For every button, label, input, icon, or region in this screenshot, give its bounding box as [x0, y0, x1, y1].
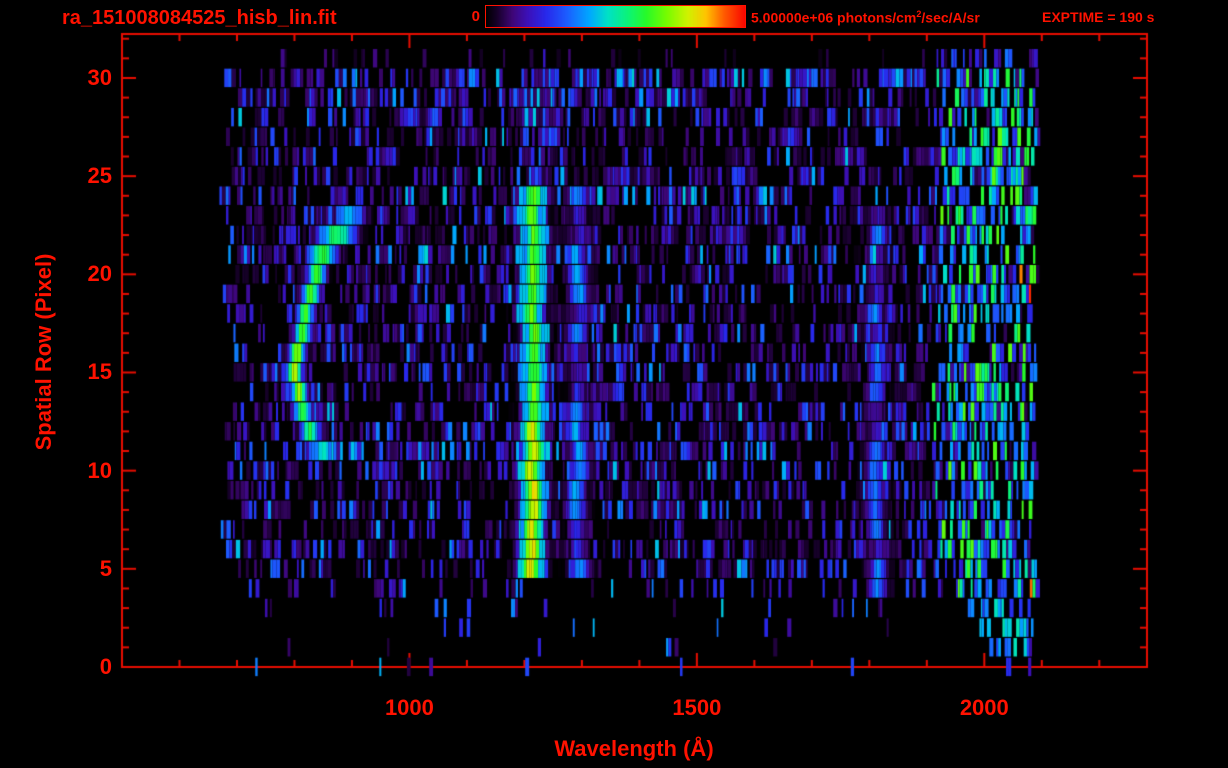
- y-tick-label-5: 5: [99, 555, 112, 581]
- file-title: ra_151008084525_hisb_lin.fit: [62, 7, 337, 29]
- spectral-viewer-window: { "header": { "title": "ra_151008084525_…: [0, 0, 1228, 768]
- y-tick-label-20: 20: [87, 261, 112, 287]
- y-tick-label-25: 25: [87, 163, 112, 189]
- colorbar-units-prefix: photons/cm: [833, 9, 917, 26]
- colorbar-units-suffix: /sec/A/sr: [921, 9, 980, 26]
- x-axis-title: Wavelength (Å): [554, 736, 714, 761]
- y-tick-label-0: 0: [99, 654, 112, 679]
- exptime-label: EXPTIME = 190 s: [1042, 9, 1155, 25]
- colorbar: [485, 5, 746, 28]
- x-tick-label-1000: 1000: [384, 695, 434, 720]
- colorbar-max-label: 5.00000e+06 photons/cm2/sec/A/sr: [751, 9, 980, 26]
- x-tick-label-1500: 1500: [672, 695, 722, 720]
- colorbar-max-value: 5.00000e+06: [751, 9, 834, 26]
- y-tick-label-15: 15: [87, 359, 112, 385]
- y-tick-label-30: 30: [87, 64, 112, 90]
- x-tick-label-2000: 2000: [959, 695, 1009, 720]
- spectrogram-canvas: [0, 0, 1228, 768]
- y-tick-label-10: 10: [87, 457, 112, 483]
- colorbar-min-label: 0: [471, 8, 480, 25]
